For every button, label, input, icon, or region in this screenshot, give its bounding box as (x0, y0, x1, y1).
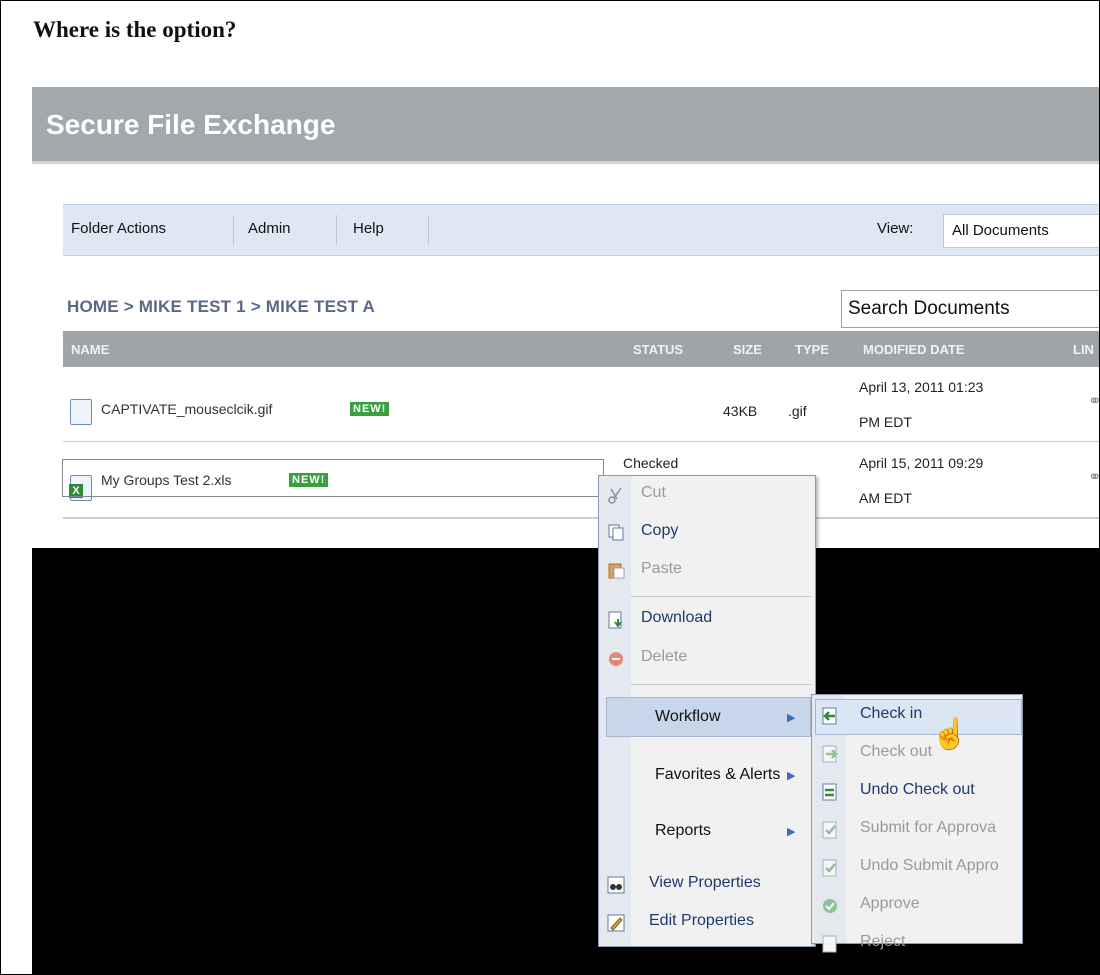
menu-divider (233, 215, 234, 245)
search-input[interactable]: Search Documents (841, 290, 1099, 328)
hand-cursor-icon: ☝ (931, 718, 969, 751)
menu-help[interactable]: Help (353, 220, 384, 237)
column-status[interactable]: STATUS (633, 342, 683, 357)
question-text: Where is the option? (33, 17, 237, 42)
reject-icon (822, 935, 837, 953)
submenu-check-out[interactable]: Check out (860, 743, 932, 761)
delete-icon (609, 652, 623, 666)
menu-delete[interactable]: Delete (641, 648, 687, 666)
download-icon (608, 611, 622, 629)
menu-copy[interactable]: Copy (641, 522, 678, 540)
document-icon (70, 399, 92, 425)
submenu-submit-for-approval[interactable]: Submit for Approva (860, 819, 996, 837)
context-menu: Cut Copy Paste Download Delete Workflow … (598, 475, 816, 947)
menu-folder-actions[interactable]: Folder Actions (71, 220, 166, 237)
view-label: View: (877, 220, 914, 237)
column-size[interactable]: SIZE (733, 342, 762, 357)
column-link[interactable]: LIN (1073, 342, 1094, 357)
column-modified-date[interactable]: MODIFIED DATE (863, 342, 965, 357)
table-header: NAME STATUS SIZE TYPE MODIFIED DATE LIN (63, 331, 1099, 367)
selected-row-outline (62, 459, 604, 497)
new-badge: NEW! (350, 402, 390, 416)
scissors-icon (608, 487, 622, 504)
menu-edit-properties[interactable]: Edit Properties (649, 912, 754, 930)
view-dropdown[interactable]: All Documents (943, 214, 1099, 248)
menu-paste[interactable]: Paste (641, 560, 682, 578)
menu-download[interactable]: Download (641, 609, 712, 627)
workflow-submenu: Check in Check out Undo Check out Submit… (811, 694, 1023, 953)
submenu-undo-check-out[interactable]: Undo Check out (860, 781, 975, 799)
screenshot-frame: Where is the option? Secure File Exchang… (0, 0, 1100, 975)
undo-submit-icon (822, 859, 837, 877)
menu-separator (631, 684, 811, 685)
modified-date: April 15, 2011 09:29 (859, 455, 984, 471)
table-row[interactable]: CAPTIVATE_mouseclcik.gif NEW! 43KB .gif … (63, 369, 1099, 442)
column-type[interactable]: TYPE (795, 342, 829, 357)
menu-admin[interactable]: Admin (248, 220, 291, 237)
file-type: .gif (788, 403, 807, 419)
app-banner: Secure File Exchange (32, 87, 1099, 164)
app-title: Secure File Exchange (46, 109, 336, 140)
submenu-reject[interactable]: Reject (860, 933, 905, 951)
top-menubar: Folder Actions Admin Help View: All Docu… (63, 204, 1099, 256)
modified-time: PM EDT (859, 414, 912, 430)
menu-divider (428, 215, 429, 245)
check-out-icon (822, 745, 838, 763)
submenu-undo-submit-approval[interactable]: Undo Submit Appro (860, 857, 999, 875)
file-status: Checked (623, 455, 679, 471)
file-name[interactable]: CAPTIVATE_mouseclcik.gif (101, 401, 272, 417)
paste-icon (608, 563, 625, 579)
submit-approval-icon (822, 821, 837, 839)
edit-icon (607, 914, 625, 932)
menu-view-properties[interactable]: View Properties (649, 874, 761, 892)
menu-reports[interactable]: Reports (655, 822, 711, 840)
link-icon[interactable]: ⚭ (1088, 467, 1099, 487)
copy-icon (608, 524, 624, 541)
submenu-arrow-icon: ▶ (787, 770, 796, 782)
submenu-arrow-icon: ▶ (787, 826, 796, 838)
column-name[interactable]: NAME (71, 342, 109, 357)
link-icon[interactable]: ⚭ (1088, 391, 1099, 411)
undo-check-out-icon (822, 783, 837, 801)
submenu-check-in[interactable]: Check in (860, 705, 922, 723)
file-size: 43KB (723, 403, 758, 419)
menu-favorites-alerts[interactable]: Favorites & Alerts (655, 766, 780, 784)
approve-icon (823, 899, 837, 913)
menu-workflow[interactable]: Workflow (655, 708, 721, 726)
check-in-icon (822, 707, 837, 725)
menu-cut[interactable]: Cut (641, 484, 666, 502)
menu-separator (631, 596, 811, 597)
submenu-arrow-icon: ▶ (787, 712, 796, 724)
modified-date: April 13, 2011 01:23 (859, 379, 984, 395)
submenu-approve[interactable]: Approve (860, 895, 920, 913)
breadcrumb[interactable]: HOME > MIKE TEST 1 > MIKE TEST A (67, 297, 375, 317)
menu-divider (336, 215, 337, 245)
binoculars-icon (607, 876, 625, 894)
modified-time: AM EDT (859, 490, 912, 506)
